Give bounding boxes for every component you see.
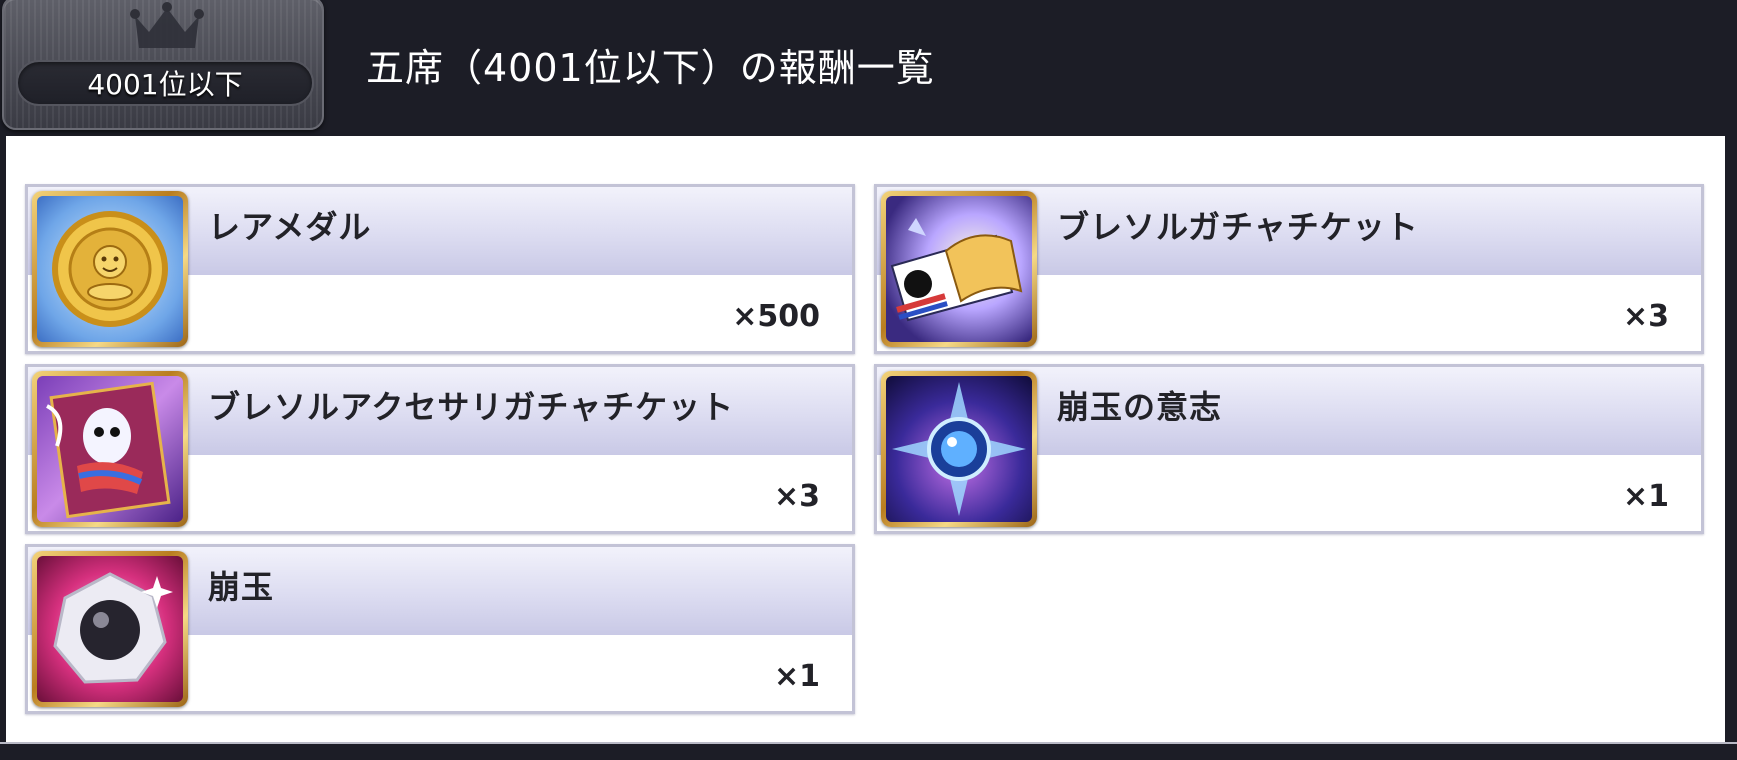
item-name: 崩玉の意志: [1057, 388, 1223, 426]
item-quantity: ×1: [1622, 479, 1669, 514]
reward-card-hogyoku-will: 崩玉の意志 ×1: [874, 364, 1704, 534]
item-quantity: ×3: [773, 479, 820, 514]
item-quantity: ×3: [1622, 299, 1669, 334]
rank-label: 4001位以下: [87, 68, 243, 101]
item-quantity: ×1: [773, 659, 820, 694]
item-name: 崩玉: [208, 568, 275, 606]
crown-icon: [130, 2, 204, 48]
header-bar: 4001位以下 五席（4001位以下）の報酬一覧: [0, 0, 1737, 134]
reward-list-screen: 4001位以下 五席（4001位以下）の報酬一覧 レアメダル ×500 ブレソル…: [0, 0, 1737, 760]
item-quantity: ×500: [732, 299, 820, 334]
item-name: レアメダル: [208, 208, 372, 246]
reward-panel: レアメダル ×500 ブレソルガチャチケット ×3 ブレソルアクセサリガチャチケ…: [6, 136, 1725, 742]
page-title: 五席（4001位以下）の報酬一覧: [366, 46, 935, 90]
item-name: ブレソルガチャチケット: [1057, 208, 1419, 246]
reward-card-rare-medal: レアメダル ×500: [25, 184, 855, 354]
reward-card-accessory-ticket: ブレソルアクセサリガチャチケット ×3: [25, 364, 855, 534]
bottom-divider: [0, 742, 1737, 744]
accessory-ticket-icon: [32, 371, 188, 527]
rank-badge: 4001位以下: [2, 0, 324, 130]
hogyoku-will-icon: [881, 371, 1037, 527]
reward-card-gacha-ticket: ブレソルガチャチケット ×3: [874, 184, 1704, 354]
rank-pill: 4001位以下: [16, 60, 314, 106]
gacha-ticket-icon: [881, 191, 1037, 347]
hogyoku-icon: [32, 551, 188, 707]
rare-medal-icon: [32, 191, 188, 347]
item-name: ブレソルアクセサリガチャチケット: [208, 388, 735, 426]
reward-card-hogyoku: 崩玉 ×1: [25, 544, 855, 714]
